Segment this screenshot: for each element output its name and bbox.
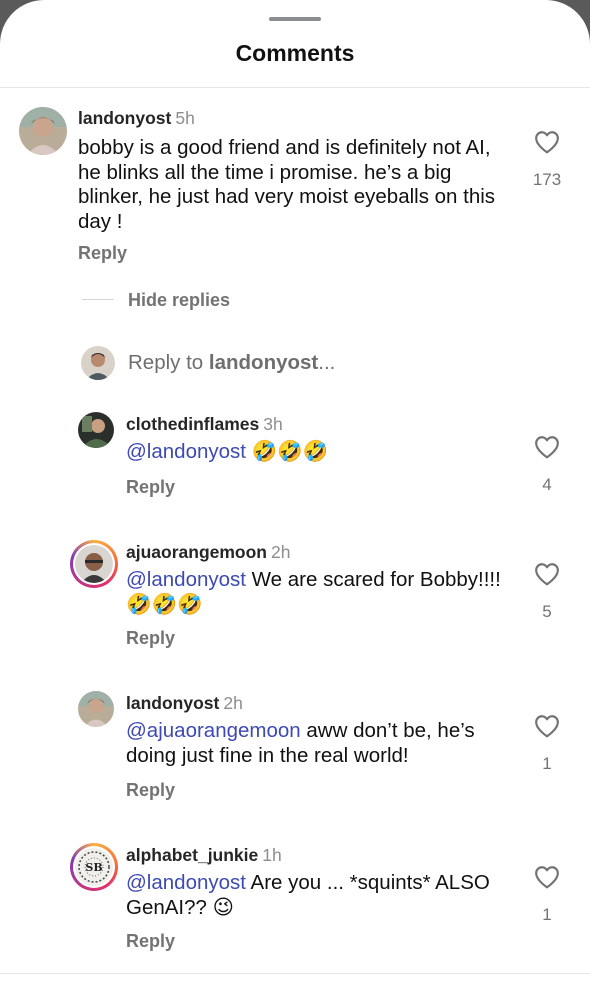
- reply-button[interactable]: Reply: [126, 931, 175, 952]
- mention-link[interactable]: @landonyost: [126, 871, 246, 894]
- reply-meta: alphabet_junkie 1h: [126, 845, 282, 866]
- like-count: 1: [542, 754, 552, 773]
- like-button[interactable]: [531, 130, 563, 154]
- reply-meta: ajuaorangemoon 2h: [126, 542, 290, 563]
- like-button[interactable]: [531, 562, 563, 586]
- username[interactable]: landonyost: [78, 108, 171, 128]
- heart-outline-icon: [535, 866, 559, 889]
- reply-button[interactable]: Reply: [126, 477, 175, 498]
- comment-meta: landonyost 5h: [78, 108, 195, 129]
- reply-button[interactable]: Reply: [126, 780, 175, 801]
- avatar[interactable]: [78, 691, 114, 727]
- reply-text: @landonyost 🤣🤣🤣: [126, 440, 516, 465]
- like-count: 1: [542, 905, 552, 924]
- reply-text: @ajuaorangemoon aww don’t be, he’s doing…: [126, 719, 516, 768]
- mention-link[interactable]: @landonyost: [126, 568, 246, 591]
- reply-to-prefix: Reply to: [128, 351, 209, 374]
- timestamp: 3h: [263, 414, 283, 434]
- like-button[interactable]: [531, 714, 563, 738]
- story-ring-avatar[interactable]: [70, 540, 118, 588]
- heart-outline-icon: [535, 563, 559, 586]
- heart-outline-icon: [535, 436, 559, 459]
- like-button[interactable]: [531, 865, 563, 889]
- reply-meta: landonyost 2h: [126, 693, 243, 714]
- username[interactable]: landonyost: [126, 693, 219, 713]
- like-count: 5: [542, 602, 552, 621]
- header-divider: [0, 87, 590, 88]
- like-count: 173: [532, 170, 562, 189]
- reply-to-input[interactable]: Reply to landonyost...: [128, 351, 335, 375]
- comment-text: bobby is a good friend and is definitely…: [78, 136, 496, 233]
- timestamp: 2h: [223, 693, 243, 713]
- heart-outline-icon: [535, 715, 559, 738]
- timestamp: 5h: [175, 108, 195, 128]
- comments-sheet: Comments landonyost 5h bobby is a good fr…: [0, 0, 590, 1000]
- reply-button[interactable]: Reply: [78, 243, 127, 264]
- like-count: 4: [542, 475, 552, 494]
- timestamp: 1h: [262, 845, 282, 865]
- reply-text: @landonyost We are scared for Bobby!!!! …: [126, 568, 516, 617]
- username[interactable]: clothedinflames: [126, 414, 259, 434]
- like-button[interactable]: [531, 435, 563, 459]
- thread-line: [82, 299, 114, 300]
- svg-text:SB: SB: [85, 861, 102, 874]
- reply-button[interactable]: Reply: [126, 628, 175, 649]
- mention-link[interactable]: @landonyost: [126, 440, 246, 463]
- reply-body: 🤣🤣🤣: [245, 440, 329, 463]
- avatar[interactable]: [19, 107, 67, 155]
- current-user-avatar: [81, 346, 115, 380]
- heart-outline-icon: [535, 131, 559, 154]
- reply-text: @landonyost Are you ... *squints* ALSO G…: [126, 871, 516, 920]
- username[interactable]: ajuaorangemoon: [126, 542, 267, 562]
- story-ring-avatar[interactable]: SB: [70, 843, 118, 891]
- sheet-drag-handle[interactable]: [269, 17, 321, 21]
- avatar[interactable]: [78, 412, 114, 448]
- sheet-title: Comments: [235, 40, 355, 66]
- mention-link[interactable]: @ajuaorangemoon: [126, 719, 301, 742]
- reply-to-suffix: ...: [318, 351, 336, 374]
- username[interactable]: alphabet_junkie: [126, 845, 258, 865]
- hide-replies-button[interactable]: Hide replies: [128, 290, 230, 311]
- reply-meta: clothedinflames 3h: [126, 414, 283, 435]
- reply-to-user: landonyost: [208, 351, 319, 374]
- timestamp: 2h: [271, 542, 291, 562]
- footer-divider: [0, 973, 590, 974]
